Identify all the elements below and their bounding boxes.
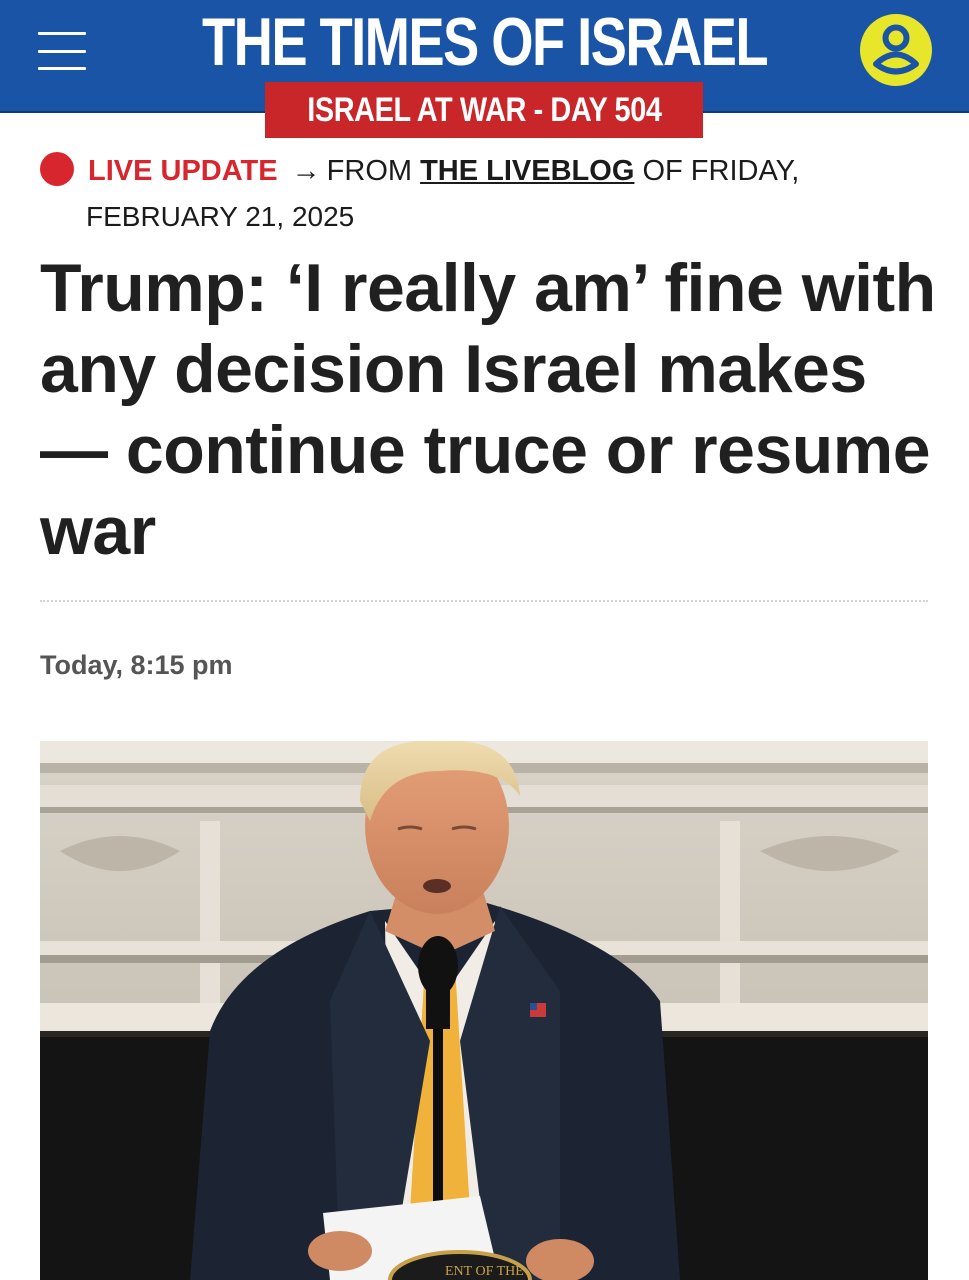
of-day-text: OF FRIDAY, [642, 155, 800, 187]
article-headline: Trump: ‘I really am’ fine with any decis… [40, 250, 936, 569]
user-silhouette-icon [873, 24, 919, 75]
live-dot-icon [40, 152, 74, 186]
menu-line [38, 67, 86, 70]
article-photo[interactable]: ENT OF THE [40, 741, 928, 1280]
war-day-label: ISRAEL AT WAR - DAY 504 [306, 90, 662, 129]
menu-line [38, 32, 86, 35]
account-icon[interactable] [860, 14, 932, 86]
seal-text: ENT OF THE [445, 1264, 524, 1279]
speaker-at-podium-image: ENT OF THE [40, 741, 928, 1280]
site-logo[interactable]: THE TIMES OF ISRAEL [97, 8, 872, 76]
live-update-label: LIVE UPDATE [88, 155, 278, 187]
from-text: FROM [326, 155, 413, 187]
liveblog-date: FEBRUARY 21, 2025 [86, 201, 355, 232]
arrow-right-icon: → [291, 155, 321, 187]
liveblog-link[interactable]: THE LIVEBLOG [420, 155, 634, 187]
menu-line [38, 49, 86, 53]
hamburger-menu-icon[interactable] [38, 32, 86, 70]
article-timestamp: Today, 8:15 pm [40, 650, 233, 680]
war-day-badge[interactable]: ISRAEL AT WAR - DAY 504 [265, 82, 703, 138]
live-update-line: LIVE UPDATE → FROM THE LIVEBLOG OF FRIDAY… [40, 146, 940, 196]
divider [40, 600, 928, 602]
